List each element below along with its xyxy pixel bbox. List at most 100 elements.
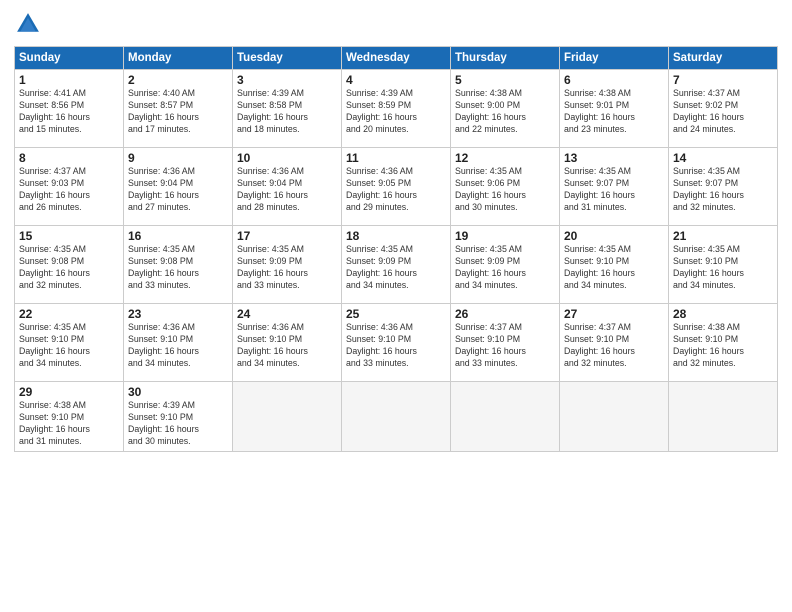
weekday-header: Monday [124,47,233,70]
weekday-header: Friday [560,47,669,70]
day-info: Sunrise: 4:35 AM Sunset: 9:10 PM Dayligh… [19,322,119,370]
day-info: Sunrise: 4:36 AM Sunset: 9:10 PM Dayligh… [346,322,446,370]
calendar-cell: 16Sunrise: 4:35 AM Sunset: 9:08 PM Dayli… [124,226,233,304]
day-info: Sunrise: 4:35 AM Sunset: 9:09 PM Dayligh… [346,244,446,292]
logo-icon [14,10,42,38]
day-number: 11 [346,151,446,165]
calendar-cell: 23Sunrise: 4:36 AM Sunset: 9:10 PM Dayli… [124,304,233,382]
calendar-cell: 20Sunrise: 4:35 AM Sunset: 9:10 PM Dayli… [560,226,669,304]
weekday-header: Wednesday [342,47,451,70]
day-number: 27 [564,307,664,321]
day-info: Sunrise: 4:36 AM Sunset: 9:04 PM Dayligh… [237,166,337,214]
day-info: Sunrise: 4:39 AM Sunset: 9:10 PM Dayligh… [128,400,228,448]
calendar-cell: 8Sunrise: 4:37 AM Sunset: 9:03 PM Daylig… [15,148,124,226]
weekday-header: Thursday [451,47,560,70]
calendar-cell: 24Sunrise: 4:36 AM Sunset: 9:10 PM Dayli… [233,304,342,382]
day-info: Sunrise: 4:37 AM Sunset: 9:03 PM Dayligh… [19,166,119,214]
day-info: Sunrise: 4:39 AM Sunset: 8:59 PM Dayligh… [346,88,446,136]
calendar-cell: 12Sunrise: 4:35 AM Sunset: 9:06 PM Dayli… [451,148,560,226]
day-number: 10 [237,151,337,165]
day-info: Sunrise: 4:35 AM Sunset: 9:08 PM Dayligh… [128,244,228,292]
page-header [14,10,778,38]
calendar-table: SundayMondayTuesdayWednesdayThursdayFrid… [14,46,778,452]
day-number: 6 [564,73,664,87]
calendar-header-row: SundayMondayTuesdayWednesdayThursdayFrid… [15,47,778,70]
calendar-cell: 18Sunrise: 4:35 AM Sunset: 9:09 PM Dayli… [342,226,451,304]
day-number: 14 [673,151,773,165]
day-number: 28 [673,307,773,321]
day-info: Sunrise: 4:36 AM Sunset: 9:04 PM Dayligh… [128,166,228,214]
day-number: 16 [128,229,228,243]
calendar-cell: 29Sunrise: 4:38 AM Sunset: 9:10 PM Dayli… [15,382,124,452]
calendar-cell [451,382,560,452]
calendar-cell [560,382,669,452]
day-number: 22 [19,307,119,321]
calendar-cell: 2Sunrise: 4:40 AM Sunset: 8:57 PM Daylig… [124,70,233,148]
calendar-cell: 10Sunrise: 4:36 AM Sunset: 9:04 PM Dayli… [233,148,342,226]
day-info: Sunrise: 4:35 AM Sunset: 9:06 PM Dayligh… [455,166,555,214]
calendar-cell: 6Sunrise: 4:38 AM Sunset: 9:01 PM Daylig… [560,70,669,148]
calendar-cell [233,382,342,452]
day-info: Sunrise: 4:38 AM Sunset: 9:10 PM Dayligh… [673,322,773,370]
calendar-cell: 26Sunrise: 4:37 AM Sunset: 9:10 PM Dayli… [451,304,560,382]
day-number: 20 [564,229,664,243]
day-number: 9 [128,151,228,165]
day-info: Sunrise: 4:35 AM Sunset: 9:08 PM Dayligh… [19,244,119,292]
day-number: 8 [19,151,119,165]
day-number: 3 [237,73,337,87]
day-number: 19 [455,229,555,243]
day-info: Sunrise: 4:36 AM Sunset: 9:05 PM Dayligh… [346,166,446,214]
calendar-cell: 11Sunrise: 4:36 AM Sunset: 9:05 PM Dayli… [342,148,451,226]
day-number: 17 [237,229,337,243]
day-number: 23 [128,307,228,321]
calendar-cell [669,382,778,452]
day-number: 4 [346,73,446,87]
calendar-cell: 30Sunrise: 4:39 AM Sunset: 9:10 PM Dayli… [124,382,233,452]
calendar-cell: 19Sunrise: 4:35 AM Sunset: 9:09 PM Dayli… [451,226,560,304]
calendar-cell: 4Sunrise: 4:39 AM Sunset: 8:59 PM Daylig… [342,70,451,148]
day-info: Sunrise: 4:38 AM Sunset: 9:01 PM Dayligh… [564,88,664,136]
day-info: Sunrise: 4:39 AM Sunset: 8:58 PM Dayligh… [237,88,337,136]
calendar-cell: 1Sunrise: 4:41 AM Sunset: 8:56 PM Daylig… [15,70,124,148]
calendar-cell: 22Sunrise: 4:35 AM Sunset: 9:10 PM Dayli… [15,304,124,382]
calendar-cell: 17Sunrise: 4:35 AM Sunset: 9:09 PM Dayli… [233,226,342,304]
calendar-cell: 28Sunrise: 4:38 AM Sunset: 9:10 PM Dayli… [669,304,778,382]
calendar-cell: 5Sunrise: 4:38 AM Sunset: 9:00 PM Daylig… [451,70,560,148]
calendar-cell: 7Sunrise: 4:37 AM Sunset: 9:02 PM Daylig… [669,70,778,148]
calendar-cell: 15Sunrise: 4:35 AM Sunset: 9:08 PM Dayli… [15,226,124,304]
day-number: 15 [19,229,119,243]
day-number: 26 [455,307,555,321]
day-number: 21 [673,229,773,243]
day-number: 13 [564,151,664,165]
day-info: Sunrise: 4:35 AM Sunset: 9:07 PM Dayligh… [673,166,773,214]
day-info: Sunrise: 4:36 AM Sunset: 9:10 PM Dayligh… [237,322,337,370]
day-info: Sunrise: 4:35 AM Sunset: 9:09 PM Dayligh… [237,244,337,292]
weekday-header: Tuesday [233,47,342,70]
weekday-header: Saturday [669,47,778,70]
day-info: Sunrise: 4:35 AM Sunset: 9:10 PM Dayligh… [673,244,773,292]
calendar-cell: 14Sunrise: 4:35 AM Sunset: 9:07 PM Dayli… [669,148,778,226]
day-number: 1 [19,73,119,87]
day-info: Sunrise: 4:41 AM Sunset: 8:56 PM Dayligh… [19,88,119,136]
day-number: 30 [128,385,228,399]
day-number: 12 [455,151,555,165]
day-number: 7 [673,73,773,87]
day-info: Sunrise: 4:35 AM Sunset: 9:07 PM Dayligh… [564,166,664,214]
calendar-cell [342,382,451,452]
day-number: 2 [128,73,228,87]
calendar-cell: 21Sunrise: 4:35 AM Sunset: 9:10 PM Dayli… [669,226,778,304]
day-info: Sunrise: 4:36 AM Sunset: 9:10 PM Dayligh… [128,322,228,370]
calendar-cell: 3Sunrise: 4:39 AM Sunset: 8:58 PM Daylig… [233,70,342,148]
day-info: Sunrise: 4:38 AM Sunset: 9:00 PM Dayligh… [455,88,555,136]
day-info: Sunrise: 4:37 AM Sunset: 9:10 PM Dayligh… [455,322,555,370]
day-info: Sunrise: 4:40 AM Sunset: 8:57 PM Dayligh… [128,88,228,136]
day-number: 29 [19,385,119,399]
calendar-cell: 13Sunrise: 4:35 AM Sunset: 9:07 PM Dayli… [560,148,669,226]
day-number: 24 [237,307,337,321]
day-number: 5 [455,73,555,87]
logo [14,10,46,38]
day-number: 18 [346,229,446,243]
day-info: Sunrise: 4:37 AM Sunset: 9:10 PM Dayligh… [564,322,664,370]
day-info: Sunrise: 4:37 AM Sunset: 9:02 PM Dayligh… [673,88,773,136]
day-info: Sunrise: 4:38 AM Sunset: 9:10 PM Dayligh… [19,400,119,448]
